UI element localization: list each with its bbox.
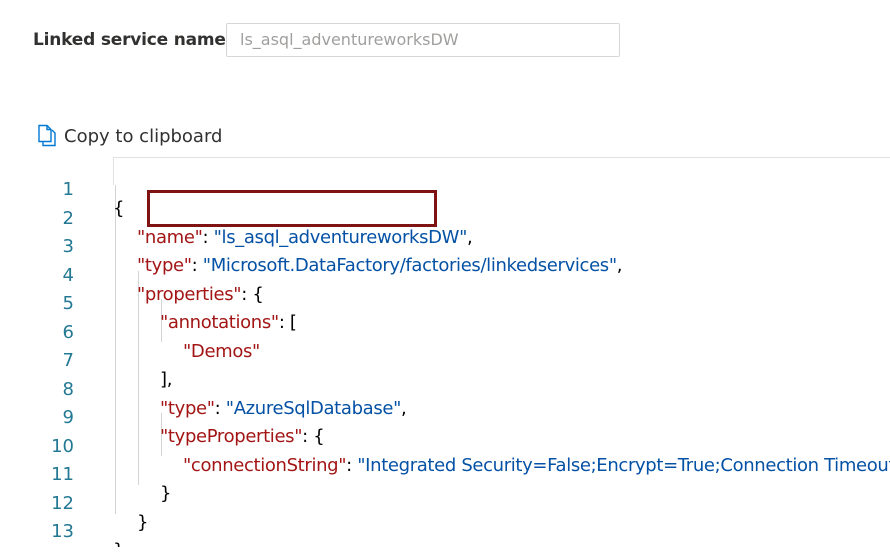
code-line: 10 "connectionString": "Integrated Secur… — [0, 414, 890, 476]
code-line: 6 "Demos" — [0, 300, 890, 362]
code-line: 5 "annotations": [ — [0, 271, 890, 333]
linked-service-name-row: Linked service name — [33, 22, 226, 58]
copy-to-clipboard-label: Copy to clipboard — [64, 125, 223, 147]
linked-service-name-input[interactable]: ls_asql_adventureworksDW — [226, 23, 620, 57]
code-line: 9 "typeProperties": { — [0, 385, 890, 447]
code-line: 1 { — [0, 157, 890, 219]
code-line: 13 } — [0, 499, 890, 547]
json-code-editor[interactable]: 1 { 2 "name": "ls_asql_adventureworksDW"… — [0, 157, 890, 547]
code-line: 3 "type": "Microsoft.DataFactory/factori… — [0, 214, 890, 276]
code-text: } — [113, 537, 124, 547]
code-line: 2 "name": "ls_asql_adventureworksDW", — [0, 186, 890, 248]
code-line: 8 "type": "AzureSqlDatabase", — [0, 357, 890, 419]
code-line: 11 } — [0, 442, 890, 504]
line-number: 13 — [51, 521, 74, 542]
code-line: 7 ], — [0, 328, 890, 390]
copy-to-clipboard-button[interactable]: Copy to clipboard — [36, 122, 222, 150]
copy-icon — [36, 124, 58, 148]
linked-service-name-label: Linked service name — [33, 30, 226, 50]
code-line: 12 } — [0, 471, 890, 533]
code-line: 4 "properties": { — [0, 243, 890, 305]
